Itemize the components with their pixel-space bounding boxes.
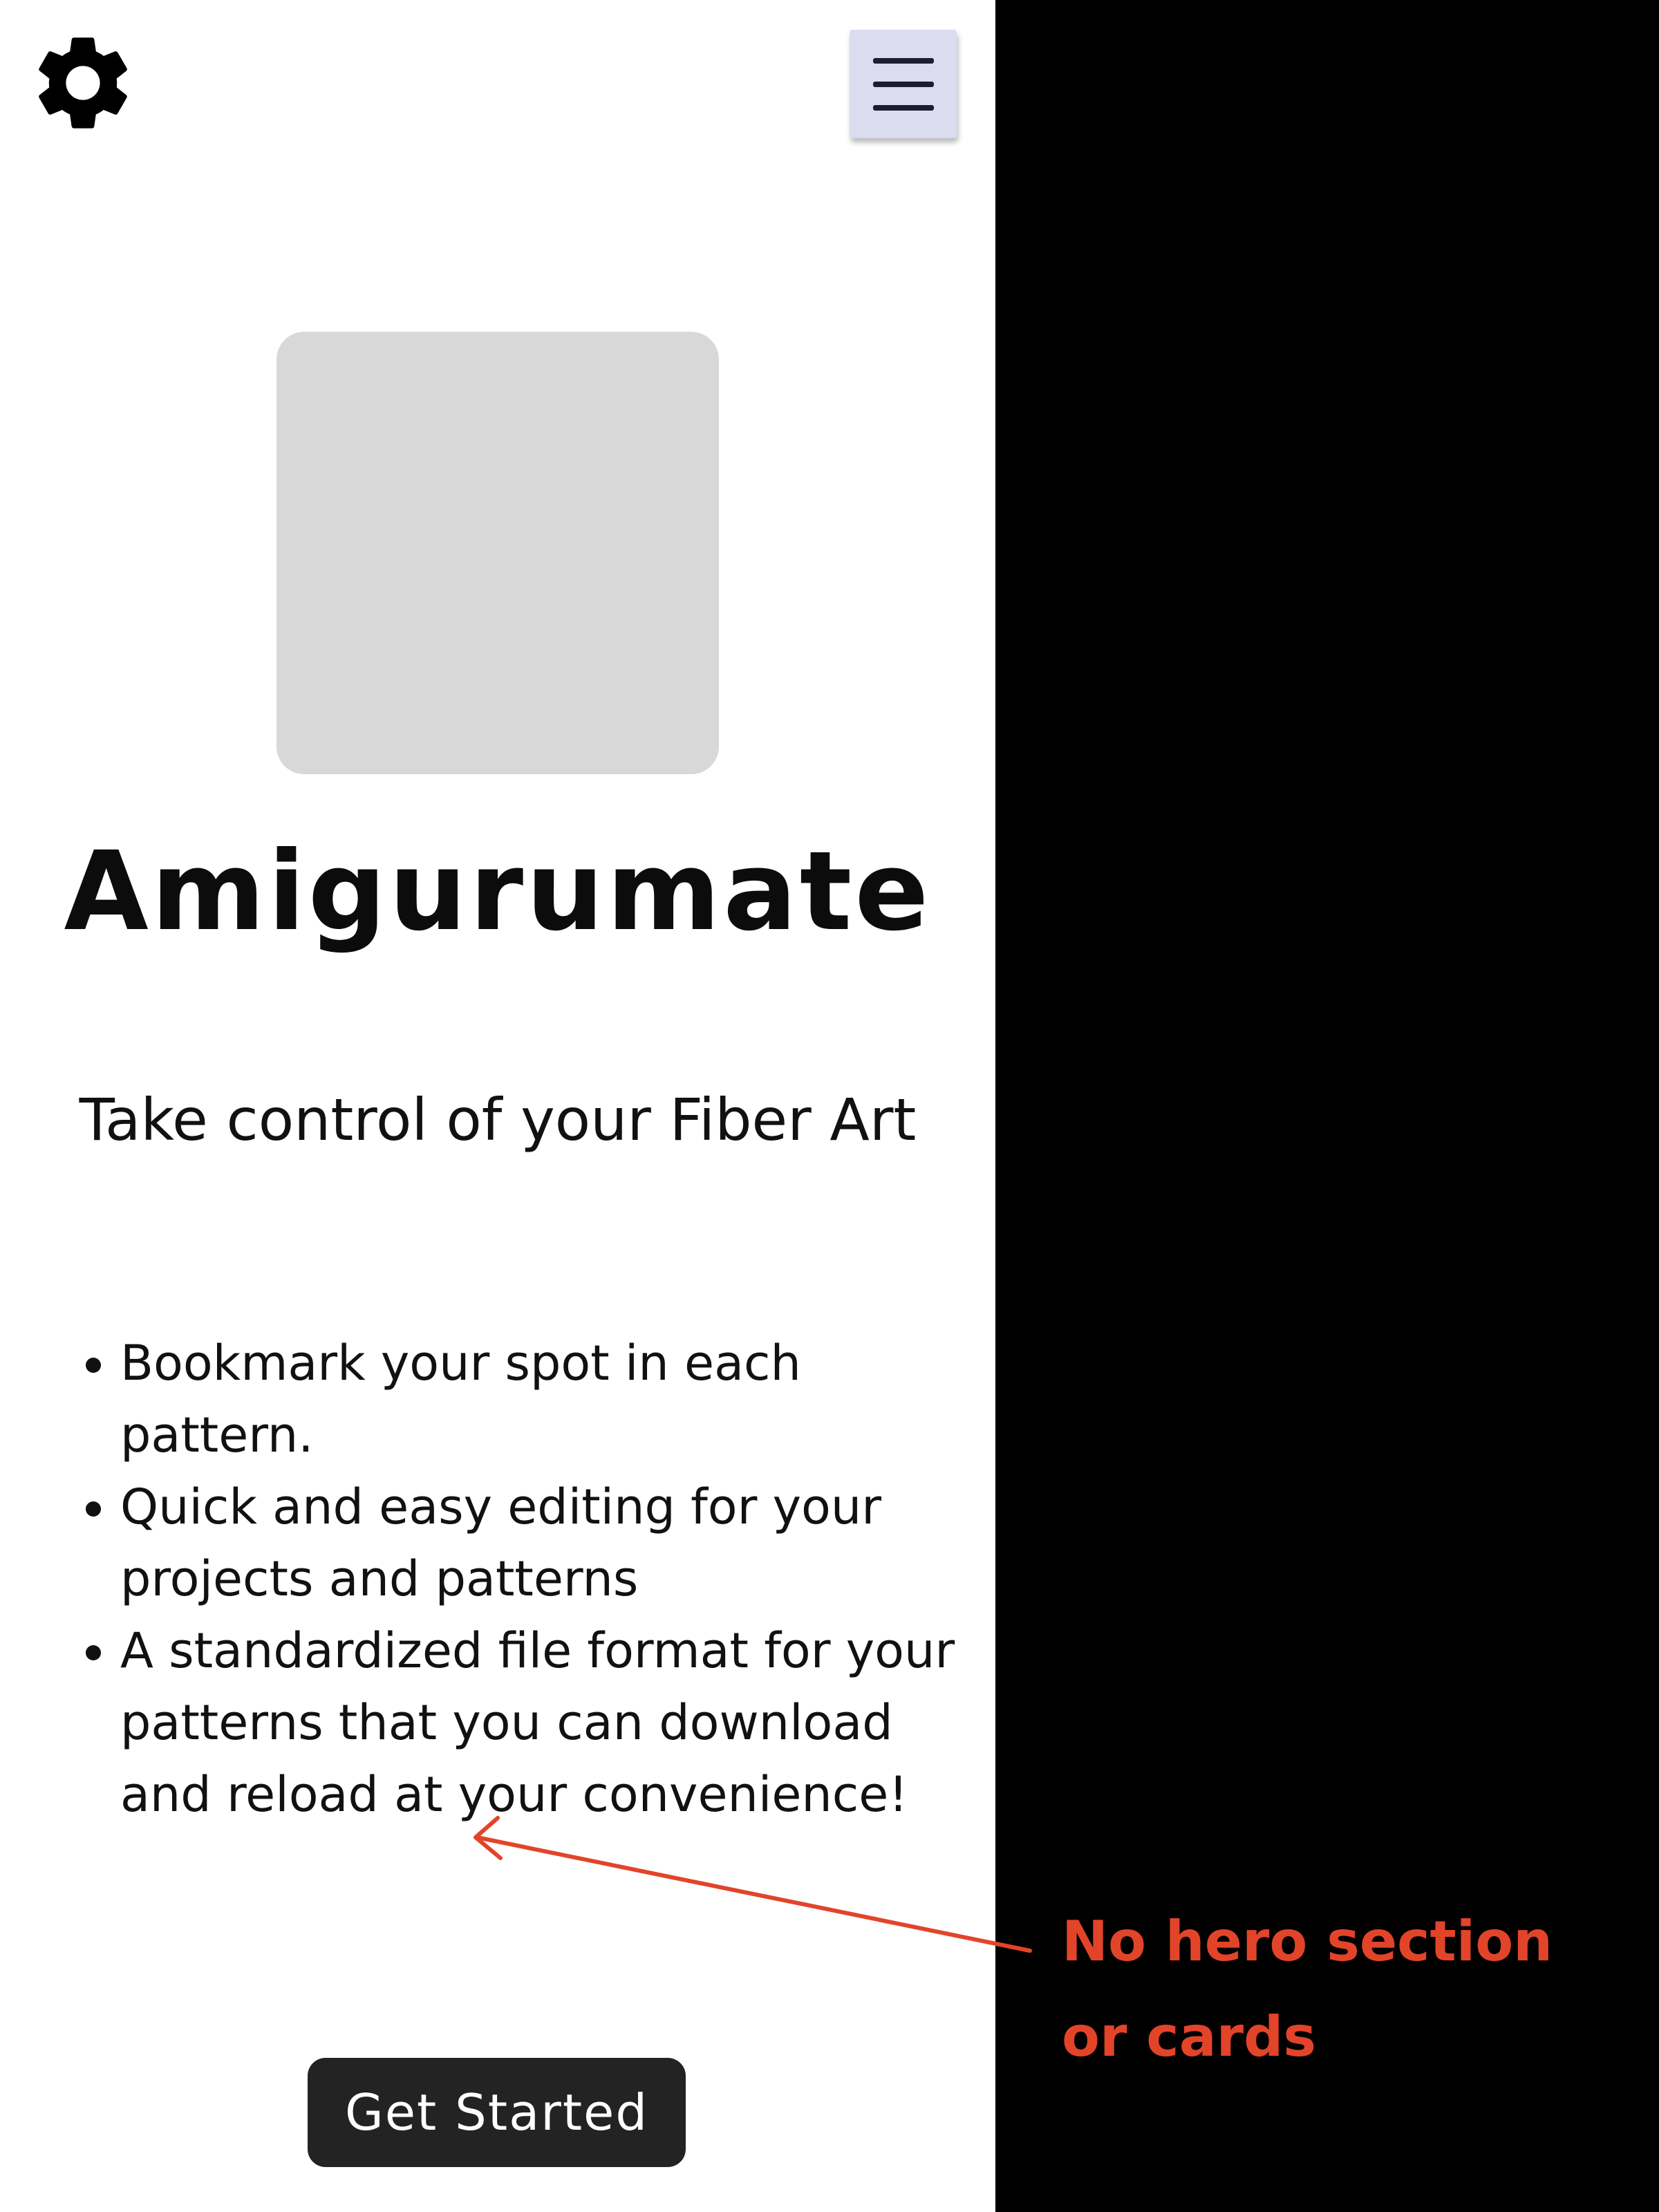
hamburger-menu-icon (872, 57, 934, 111)
logo-placeholder (276, 332, 719, 774)
gear-icon[interactable] (26, 26, 140, 140)
canvas: Amigurumate Take control of your Fiber A… (0, 0, 1659, 2212)
tagline: Take control of your Fiber Art (79, 1086, 917, 1154)
get-started-button[interactable]: Get Started (308, 2058, 686, 2167)
feature-list: Bookmark your spot in each pattern. Quic… (69, 1327, 977, 1830)
feature-item-editing: Quick and easy editing for your projects… (120, 1471, 977, 1615)
menu-button[interactable] (850, 30, 957, 138)
feature-item-file-format: A standardized file format for your patt… (120, 1615, 977, 1830)
feature-item-bookmark: Bookmark your spot in each pattern. (120, 1327, 977, 1471)
app-screen: Amigurumate Take control of your Fiber A… (0, 0, 995, 2212)
annotation-note: No hero section or cards (1062, 1909, 1553, 2069)
app-title: Amigurumate (64, 828, 932, 955)
